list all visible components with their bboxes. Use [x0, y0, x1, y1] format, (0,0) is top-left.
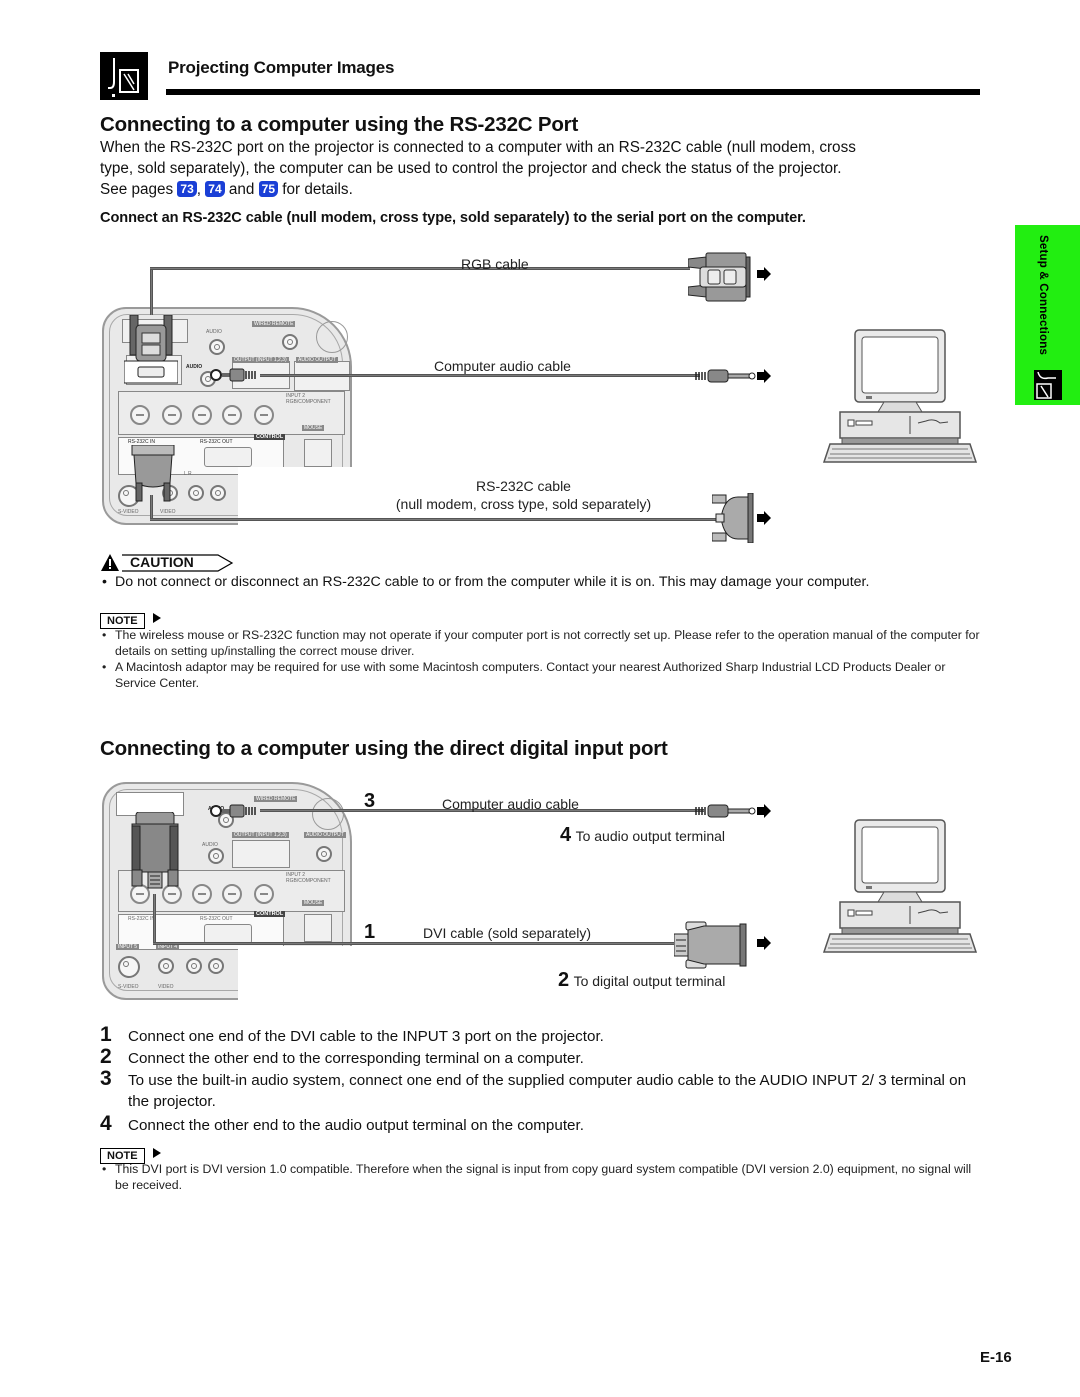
- intro-line: When the RS-232C port on the projector i…: [100, 139, 856, 156]
- projector-computer-icon: [100, 52, 148, 100]
- chapter-side-tab[interactable]: Setup & Connections: [1015, 225, 1080, 405]
- page-link-75[interactable]: 75: [258, 181, 279, 197]
- dvi-heading: Connecting to a computer using the direc…: [100, 737, 668, 760]
- step-item: 2 Connect the other end to the correspond…: [100, 1045, 584, 1068]
- rs232c-out-port: [204, 924, 252, 944]
- usb-mouse-port: [304, 914, 332, 942]
- caution-item: Do not connect or disconnect an RS-232C …: [100, 572, 980, 593]
- header-rule: [166, 89, 980, 95]
- dvi-steps: 1 Connect one end of the DVI cable to the…: [100, 1023, 990, 1136]
- note-arrow-icon: [153, 613, 162, 623]
- step-item: 1 Connect one end of the DVI cable to the…: [100, 1023, 604, 1046]
- rgb-cable-label: RGB cable: [461, 256, 529, 272]
- rgb-plug-computer: [687, 251, 752, 303]
- rs232-instruction: Connect an RS-232C cable (null modem, cr…: [100, 210, 806, 226]
- rs232-cable-label: RS-232C cable (null modem, cross type, s…: [395, 478, 652, 512]
- sensor: [316, 321, 348, 353]
- dvi-cable: [153, 894, 156, 944]
- page-link-73[interactable]: 73: [177, 181, 197, 197]
- see-pages: See pages 73, 74 and 75 for details.: [100, 181, 353, 198]
- note-item: The wireless mouse or RS-232C function m…: [100, 627, 982, 659]
- dvi-plug-computer: [673, 920, 750, 970]
- audio-input1-jack: [209, 339, 225, 355]
- sensor: [312, 798, 344, 830]
- page-number: E-16: [980, 1349, 1012, 1366]
- projector-computer-icon: [1034, 370, 1062, 400]
- dvi-cable-label: DVI cable (sold separately): [423, 925, 592, 941]
- dvi-plug-projector: [130, 811, 180, 894]
- note-arrow-icon: [153, 1148, 162, 1158]
- audio-plug-computer: [694, 369, 760, 383]
- rs232-plug-computer: [711, 492, 756, 544]
- wired-remote-jack: [282, 334, 298, 350]
- rgb-cable: [150, 267, 153, 315]
- side-tab-label: Setup & Connections: [1037, 235, 1049, 356]
- audio-cable: [260, 374, 700, 377]
- note-list: This DVI port is DVI version 1.0 compati…: [100, 1161, 982, 1193]
- audio-destination: 4 To audio output terminal: [560, 824, 726, 846]
- dvi-connection-diagram: AUDIO WIRED REMOTE AUDIO OUTPUT (INPUT 1…: [100, 780, 780, 1005]
- audio-plug-projector: [210, 368, 260, 382]
- rgb-cable: [150, 267, 690, 270]
- usb-mouse-port: [304, 439, 332, 467]
- caution-label: CAUTION: [130, 554, 194, 570]
- dvi-cable: [153, 942, 683, 945]
- audio-plug-computer: [694, 804, 760, 818]
- step-item: 3 To use the built-in audio system, conne…: [100, 1067, 967, 1110]
- computer-illustration: [822, 328, 978, 464]
- note-item: A Macintosh adaptor may be required for …: [100, 659, 982, 691]
- rs232c-out-port: [204, 447, 252, 467]
- audio-cable-label: Computer audio cable: [434, 358, 571, 374]
- note-item: This DVI port is DVI version 1.0 compati…: [100, 1161, 982, 1193]
- step-item: 4 Connect the other end to the audio outp…: [100, 1112, 584, 1135]
- output-port: [232, 840, 290, 868]
- step-number: 3: [364, 790, 376, 812]
- rs232-cable: [150, 518, 720, 521]
- step-number: 1: [364, 921, 376, 943]
- computer-illustration: [822, 818, 978, 954]
- audio-input2-jack: [208, 848, 224, 864]
- rs232-connection-diagram: AUDIO WIRED REMOTE AUDIO OUTPUT (INPUT 1…: [100, 245, 800, 544]
- audio-cable-label: Computer audio cable: [442, 796, 579, 812]
- note-list: The wireless mouse or RS-232C function m…: [100, 627, 982, 691]
- section-title: Projecting Computer Images: [168, 58, 395, 77]
- audio-plug-projector: [210, 804, 260, 818]
- rs232-intro: When the RS-232C port on the projector i…: [100, 137, 980, 200]
- rs232-heading: Connecting to a computer using the RS-23…: [100, 113, 579, 136]
- caution-list: Do not connect or disconnect an RS-232C …: [100, 572, 980, 593]
- rgb-plug-projector: [123, 314, 179, 385]
- dvi-destination: 2 To digital output terminal: [558, 969, 726, 991]
- intro-line: type, sold separately), the computer can…: [100, 160, 842, 177]
- svideo-jack: [118, 956, 140, 978]
- rs232-plug-projector: [130, 444, 176, 503]
- page-link-74[interactable]: 74: [205, 181, 225, 197]
